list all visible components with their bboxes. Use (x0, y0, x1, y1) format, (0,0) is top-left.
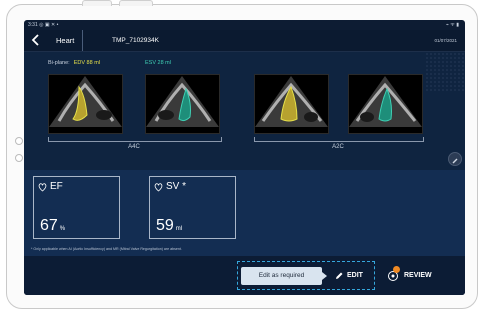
status-bar: 3:31 ◎ ▣ ✕ • ⌁ ᯤ ▮ (24, 20, 465, 30)
hardware-button (119, 0, 153, 6)
biplane-label: Bi-plane: EDV 88 ml (48, 60, 101, 66)
edit-button[interactable]: EDIT (335, 265, 363, 287)
heart-icon (154, 183, 163, 192)
image-panel: Bi-plane: EDV 88 ml ESV 28 ml A4C A2C (24, 52, 465, 170)
sensor-dot (15, 154, 23, 162)
ef-card: EF 67% (33, 176, 120, 239)
sv-card: SV * 59 ml (149, 176, 236, 239)
edv-value: EDV 88 ml (73, 60, 101, 66)
a2c-bracket (254, 137, 424, 142)
heart-icon (38, 183, 47, 192)
esv-value: ESV 28 ml (145, 60, 171, 66)
exam-date: 01/07/2021 (434, 38, 457, 43)
view-label-a2c: A2C (329, 144, 347, 150)
tooltip-arrow (322, 272, 327, 280)
ef-label: EF (50, 181, 63, 192)
ultrasound-a4c-diastole[interactable] (48, 74, 123, 134)
action-bar: Edit as required EDIT REVIEW (24, 256, 465, 295)
ultrasound-a2c-diastole[interactable] (254, 74, 329, 134)
dot-pattern (425, 52, 465, 92)
system-icons: ⌁ ᯤ ▮ (445, 22, 459, 28)
top-nav-bar: Heart TMP_7102934K 01/07/2021 (24, 30, 465, 52)
camera-dot (15, 137, 23, 145)
status-time: 3:31 ◎ ▣ ✕ • (28, 22, 59, 28)
ef-value: 67% (40, 217, 66, 234)
pencil-icon (452, 158, 458, 164)
ultrasound-a2c-systole[interactable] (348, 74, 423, 134)
edit-images-button[interactable] (448, 152, 462, 166)
pencil-icon (336, 272, 343, 279)
app-screen: 3:31 ◎ ▣ ✕ • ⌁ ᯤ ▮ Heart TMP_7102934K 01… (24, 20, 465, 295)
sv-label: SV * (166, 181, 187, 192)
footnote: * Only applicable when AI (Aortic Insuff… (31, 247, 182, 251)
a4c-bracket (48, 137, 222, 142)
hardware-button (82, 0, 112, 6)
results-panel: EF 67% SV * 59 ml * Only applicable when … (24, 170, 465, 256)
ultrasound-a4c-systole[interactable] (145, 74, 220, 134)
edit-tooltip: Edit as required (241, 267, 322, 285)
page-title: Heart (56, 30, 84, 51)
chevron-left-icon[interactable] (28, 32, 44, 48)
view-label-a4c: A4C (125, 144, 143, 150)
sv-value: 59 ml (156, 217, 183, 234)
notification-badge (393, 266, 400, 273)
patient-id: TMP_7102934K (112, 37, 159, 44)
